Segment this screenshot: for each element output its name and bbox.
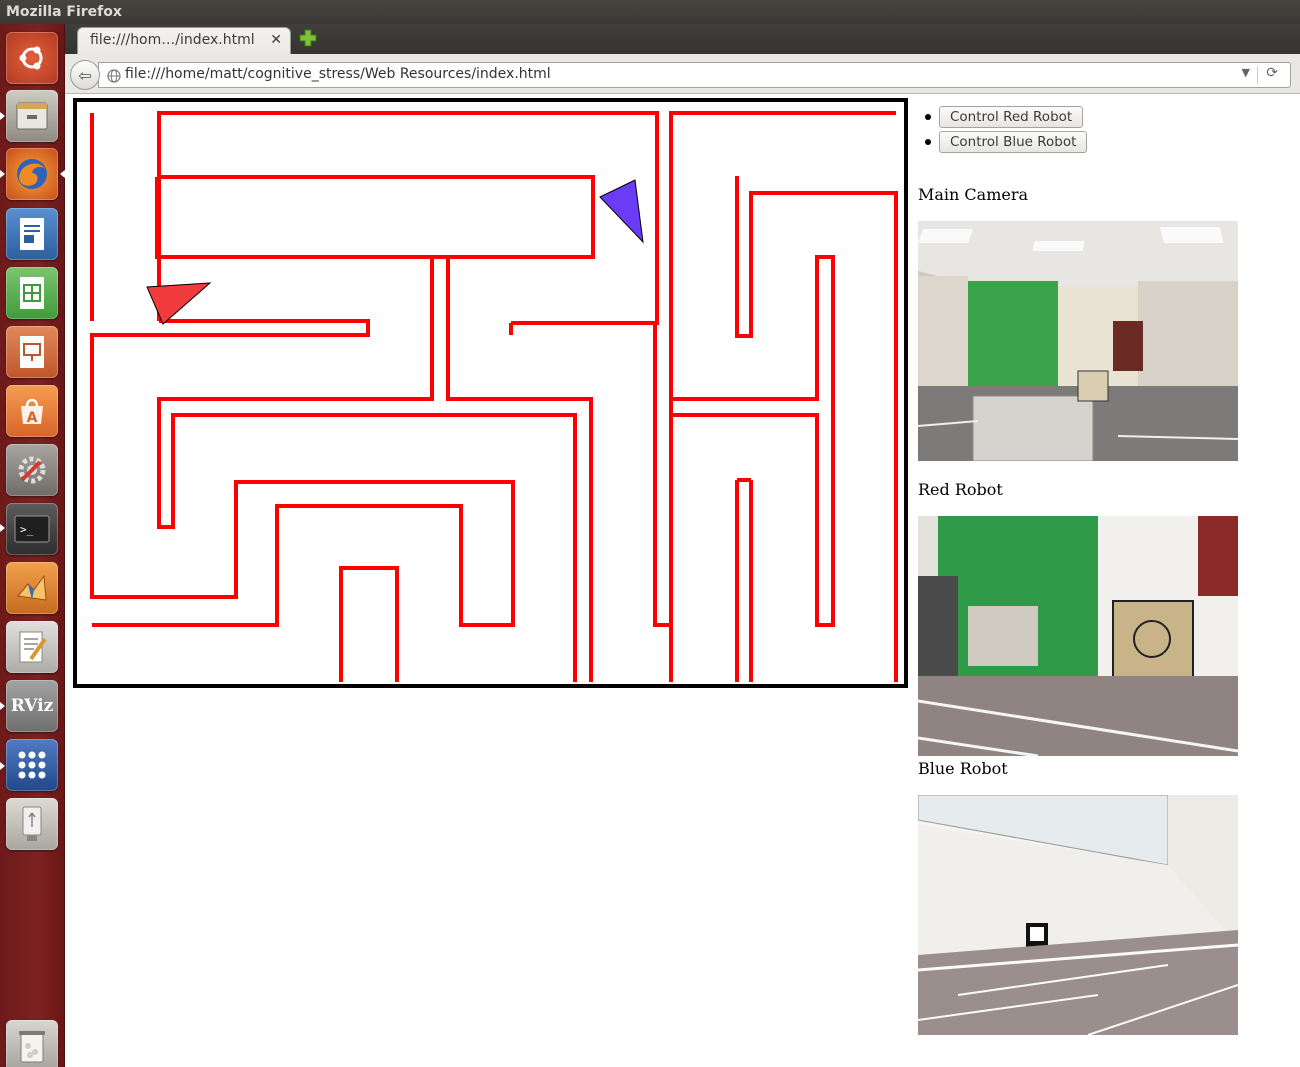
impress-icon[interactable] <box>6 326 58 378</box>
reload-icon[interactable]: ⟳ <box>1266 65 1278 81</box>
red-robot-feed <box>918 516 1238 756</box>
control-blue-robot-button[interactable]: Control Blue Robot <box>939 131 1088 153</box>
globe-icon <box>107 68 121 83</box>
red-robot-label: Red Robot <box>918 480 1003 499</box>
terminal-icon[interactable]: >_ <box>6 503 58 555</box>
workspace-switcher-icon[interactable] <box>6 739 58 791</box>
main-camera-feed <box>918 221 1238 461</box>
maze-drawing <box>77 102 904 684</box>
navigation-bar: file:///home/matt/cognitive_stress/Web R… <box>65 54 1300 94</box>
svg-text:>_: >_ <box>20 523 34 536</box>
svg-text:A: A <box>27 410 38 426</box>
maze-canvas[interactable] <box>73 98 908 688</box>
writer-icon[interactable] <box>6 208 58 260</box>
usb-drive-icon[interactable] <box>6 798 58 850</box>
window-title-bar: Mozilla Firefox <box>0 0 1300 24</box>
url-text: file:///home/matt/cognitive_stress/Web R… <box>125 66 551 82</box>
system-settings-icon[interactable] <box>6 444 58 496</box>
unity-launcher: A >_ RViz <box>0 24 65 1067</box>
trash-icon[interactable] <box>6 1020 58 1067</box>
chevron-down-icon[interactable]: ▼ <box>1242 66 1250 79</box>
text-editor-icon[interactable] <box>6 621 58 673</box>
tab-title: file:///hom…/index.html <box>90 32 255 48</box>
blue-robot-label: Blue Robot <box>918 759 1008 778</box>
rviz-icon[interactable]: RViz <box>6 680 58 732</box>
close-tab-icon[interactable]: ✕ <box>270 32 282 48</box>
tab-bar: file:///hom…/index.html ✕ <box>65 24 1300 54</box>
new-tab-icon[interactable] <box>297 27 319 49</box>
bullet <box>925 139 931 145</box>
url-separator <box>1257 66 1258 84</box>
window-title: Mozilla Firefox <box>6 4 122 20</box>
blue-robot-feed <box>918 795 1238 1035</box>
software-center-icon[interactable]: A <box>6 385 58 437</box>
back-button[interactable]: ⇦ <box>70 60 100 90</box>
bullet <box>925 114 931 120</box>
main-camera-label: Main Camera <box>918 185 1029 204</box>
ubuntu-dash-icon[interactable] <box>6 32 58 84</box>
files-icon[interactable] <box>6 90 58 142</box>
control-red-robot-button[interactable]: Control Red Robot <box>939 106 1084 128</box>
matlab-icon[interactable] <box>6 562 58 614</box>
back-arrow-icon: ⇦ <box>78 65 92 85</box>
url-bar[interactable]: file:///home/matt/cognitive_stress/Web R… <box>98 62 1291 88</box>
calc-icon[interactable] <box>6 267 58 319</box>
firefox-icon[interactable] <box>6 148 58 200</box>
tab-index-html[interactable]: file:///hom…/index.html ✕ <box>77 27 291 54</box>
